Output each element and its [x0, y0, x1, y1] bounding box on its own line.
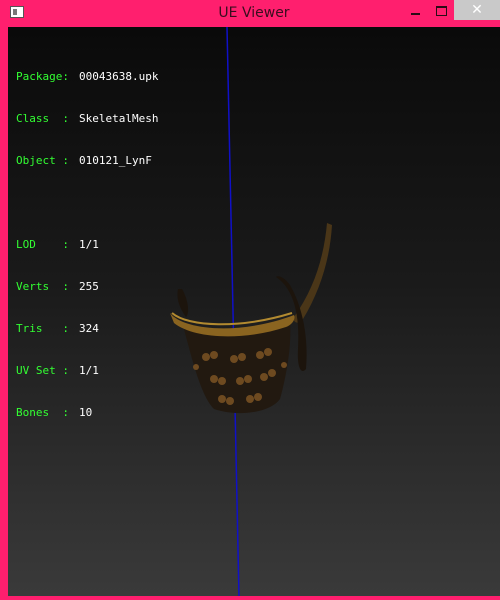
- info-row-class: Class : SkeletalMesh: [16, 112, 158, 126]
- minimize-icon: [410, 12, 420, 15]
- info-row-object: Object : 010121_LynF: [16, 154, 158, 168]
- app-window: UE Viewer ✕ Package: 00043638.upk Class …: [0, 0, 500, 600]
- maximize-button[interactable]: [428, 0, 454, 20]
- title-bar[interactable]: UE Viewer ✕: [4, 0, 500, 27]
- info-row-package: Package: 00043638.upk: [16, 70, 158, 84]
- 3d-viewport[interactable]: Package: 00043638.upk Class : SkeletalMesh…: [8, 27, 500, 596]
- info-value: 10: [79, 406, 93, 419]
- info-label: UV Set :: [16, 364, 69, 377]
- info-label: Class :: [16, 112, 69, 125]
- info-value: 010121_LynF: [79, 154, 152, 167]
- minimize-button[interactable]: [402, 0, 428, 20]
- info-value: 255: [79, 280, 99, 293]
- info-value: 324: [79, 322, 99, 335]
- info-label: Bones :: [16, 406, 69, 419]
- info-label: LOD :: [16, 238, 69, 251]
- info-value: SkeletalMesh: [79, 112, 159, 125]
- maximize-icon: [435, 5, 447, 16]
- mesh-info-panel: Package: 00043638.upk Class : SkeletalMesh…: [16, 42, 158, 448]
- close-icon: ✕: [471, 2, 483, 18]
- info-label: Verts :: [16, 280, 69, 293]
- info-value: 00043638.upk: [79, 70, 159, 83]
- info-row-bones: Bones : 10: [16, 406, 158, 420]
- close-button[interactable]: ✕: [454, 0, 500, 20]
- info-row-verts: Verts : 255: [16, 280, 158, 294]
- info-label: Tris :: [16, 322, 69, 335]
- info-value: 1/1: [79, 364, 99, 377]
- info-label: Package:: [16, 70, 69, 83]
- info-row-tris: Tris : 324: [16, 322, 158, 336]
- info-value: 1/1: [79, 238, 99, 251]
- info-row-lod: LOD : 1/1: [16, 238, 158, 252]
- info-row-uvset: UV Set : 1/1: [16, 364, 158, 378]
- info-label: Object :: [16, 154, 69, 167]
